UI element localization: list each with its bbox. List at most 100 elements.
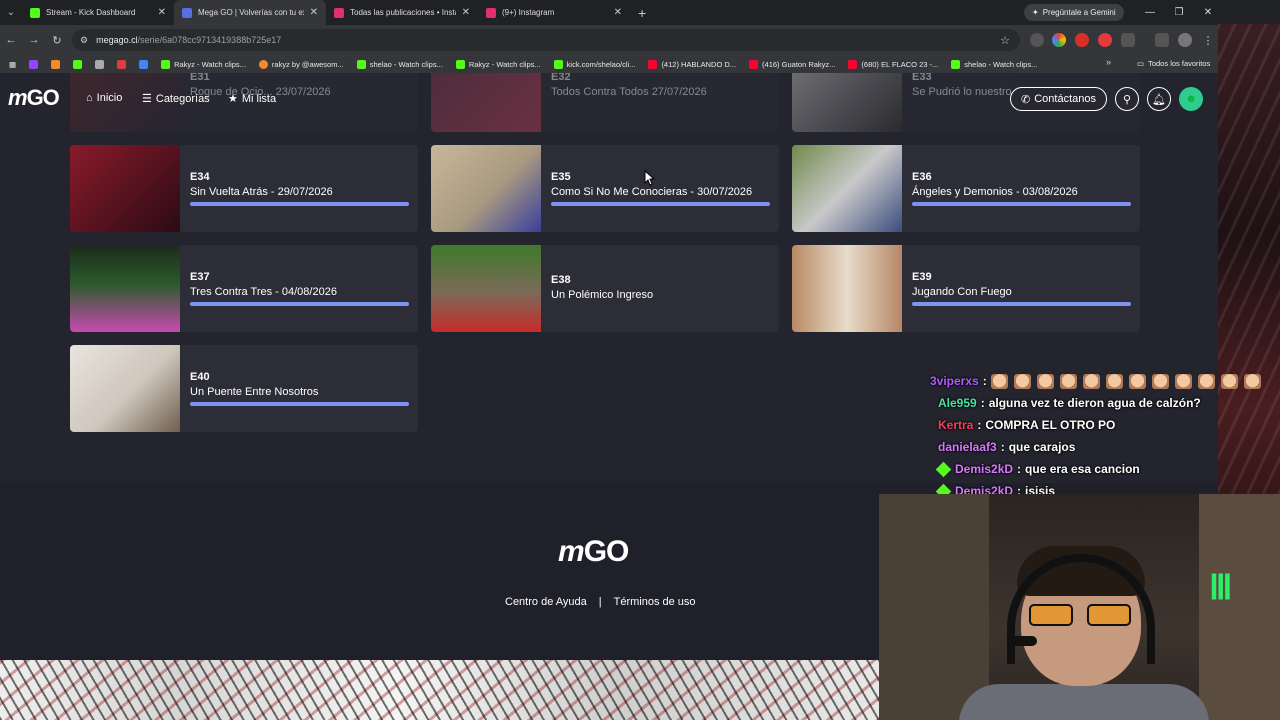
episode-card[interactable]: E40 Un Puente Entre Nosotros <box>70 345 418 432</box>
restore-icon[interactable]: ❐ <box>1165 0 1193 25</box>
browser-tab[interactable]: (9+) Instagram ✕ <box>478 0 630 25</box>
screen: ⌄ Stream - Kick Dashboard ✕ Mega GO | Vo… <box>0 0 1280 720</box>
site-info-icon[interactable]: ⚙ <box>80 35 88 46</box>
reload-icon[interactable]: ↻ <box>49 32 65 48</box>
menu-kebab-icon[interactable]: ⋮ <box>1200 32 1216 48</box>
decorative-artwork <box>0 660 880 720</box>
gemini-button[interactable]: ✦ Pregúntale a Gemini <box>1024 4 1124 21</box>
nav-home[interactable]: ⌂ Inicio <box>86 92 122 104</box>
megago-logo[interactable]: mGO <box>8 85 60 111</box>
bookmark-icon[interactable] <box>112 59 131 69</box>
bookmark-icon[interactable] <box>68 59 87 69</box>
episode-number: E39 <box>912 271 932 283</box>
emote-icon <box>1105 373 1123 389</box>
instagram-favicon-icon <box>486 7 496 18</box>
close-tab-icon[interactable]: ✕ <box>158 7 166 18</box>
episode-title: Sin Vuelta Atrás - 29/07/2026 <box>190 186 333 198</box>
bookmark-item[interactable]: (412) HABLANDO D... <box>643 59 741 69</box>
bookmark-item[interactable]: (680) EL FLACO 23 -... <box>843 59 943 69</box>
logo-mark-icon: m <box>558 535 585 568</box>
progress-fill <box>190 202 409 206</box>
bookmark-item[interactable]: Rakyz - Watch clips... <box>156 59 251 69</box>
close-window-icon[interactable]: ✕ <box>1194 0 1222 25</box>
terms-link[interactable]: Términos de uso <box>614 596 696 608</box>
episode-thumbnail <box>70 145 180 232</box>
episode-card[interactable]: E39 Jugando Con Fuego <box>792 245 1140 332</box>
chat-username: Ale959 <box>938 396 977 410</box>
bookmark-icon[interactable] <box>134 59 153 69</box>
footer-logo[interactable]: mGO <box>558 535 629 569</box>
progress-fill <box>190 402 409 406</box>
emote-icon <box>1036 373 1054 389</box>
new-tab-button[interactable]: + <box>630 0 654 25</box>
bookmark-icon[interactable] <box>24 59 43 69</box>
mouse-cursor-icon <box>644 170 656 186</box>
more-bookmarks-icon[interactable]: » <box>1106 57 1111 67</box>
episode-card[interactable]: E35 Como Si No Me Conocieras - 30/07/202… <box>431 145 779 232</box>
streamer-webcam: Ⅲ <box>879 494 1280 720</box>
browser-toolbar: ← → ↻ ⚙ megago.cl/serie/6a078cc971341938… <box>0 25 1280 55</box>
bookmark-icon[interactable] <box>90 59 109 69</box>
contact-button[interactable]: ✆ Contáctanos <box>1010 87 1107 111</box>
address-bar[interactable]: ⚙ megago.cl/serie/6a078cc9713419388b725e… <box>72 29 1020 51</box>
bookmark-item[interactable]: shelao - Watch clips... <box>352 59 448 69</box>
bookmark-item[interactable]: kick.com/shelao/cli... <box>549 59 641 69</box>
episode-thumbnail <box>70 345 180 432</box>
monster-energy-logo-icon: Ⅲ <box>1209 569 1233 607</box>
nav-mylist[interactable]: ★ Mi lista <box>228 92 276 106</box>
glasses-icon <box>1029 604 1133 626</box>
chat-username: danielaaf3 <box>938 440 997 454</box>
episode-card[interactable]: E34 Sin Vuelta Atrás - 29/07/2026 <box>70 145 418 232</box>
bookmark-item[interactable]: Rakyz - Watch clips... <box>451 59 546 69</box>
chat-message: danielaaf3: que carajos <box>938 440 1076 454</box>
folder-icon: ▭ <box>1137 59 1145 68</box>
chat-username: Demis2kD <box>955 462 1014 476</box>
episode-title: Tres Contra Tres - 04/08/2026 <box>190 286 337 298</box>
profile-icon[interactable] <box>1178 33 1192 47</box>
episode-number: E38 <box>551 274 571 286</box>
avatar[interactable]: ☻ <box>1179 87 1203 111</box>
nav-categories[interactable]: ☰ Categorías <box>142 92 210 106</box>
browser-tab-active[interactable]: Mega GO | Volverías con tu ex ✕ <box>174 0 326 25</box>
extensions-puzzle-icon[interactable] <box>1121 33 1135 47</box>
extension-icon[interactable] <box>1098 33 1112 47</box>
bell-icon[interactable]: 🔔︎ <box>1147 87 1171 111</box>
watch-progress-bar <box>912 302 1131 306</box>
bookmark-item[interactable]: (416) Guaton Rakyz... <box>744 59 840 69</box>
bookmark-item[interactable]: shelao - Watch clips... <box>946 59 1042 69</box>
browser-tab[interactable]: Stream - Kick Dashboard ✕ <box>22 0 174 25</box>
logo-mark-icon: m <box>8 85 28 110</box>
emote-icon <box>1243 373 1261 389</box>
forward-icon[interactable]: → <box>26 32 42 48</box>
minimize-icon[interactable]: — <box>1136 0 1164 25</box>
episode-card[interactable]: E36 Ángeles y Demonios - 03/08/2026 <box>792 145 1140 232</box>
progress-fill <box>551 202 770 206</box>
browser-tab[interactable]: Todas las publicaciones • Instag ✕ <box>326 0 478 25</box>
media-controls-icon[interactable] <box>1155 33 1169 47</box>
watch-progress-bar <box>190 402 409 406</box>
bookmarks-bar: ▦ Rakyz - Watch clips... rakyz by @aweso… <box>0 55 1280 73</box>
tab-search-icon[interactable]: ⌄ <box>0 0 22 25</box>
close-tab-icon[interactable]: ✕ <box>310 7 318 18</box>
close-tab-icon[interactable]: ✕ <box>462 7 470 18</box>
extension-icon[interactable] <box>1052 33 1066 47</box>
chat-text: que carajos <box>1008 440 1076 454</box>
episode-card[interactable]: E38 Un Polémico Ingreso <box>431 245 779 332</box>
all-bookmarks-folder[interactable]: ▭ Todos los favoritos <box>1137 59 1210 68</box>
bookmark-item[interactable]: rakyz by @awesom... <box>254 59 349 69</box>
watch-progress-bar <box>190 302 409 306</box>
adblock-icon[interactable] <box>1075 33 1089 47</box>
episode-card[interactable]: E37 Tres Contra Tres - 04/08/2026 <box>70 245 418 332</box>
help-center-link[interactable]: Centro de Ayuda <box>505 596 587 608</box>
bookmark-icon[interactable] <box>46 59 65 69</box>
site-header: mGO ⌂ Inicio ☰ Categorías ★ Mi lista ✆ Contá… <box>0 73 1218 125</box>
emote-icon <box>1128 373 1146 389</box>
search-icon[interactable]: ⚲ <box>1115 87 1139 111</box>
close-tab-icon[interactable]: ✕ <box>614 7 622 18</box>
apps-grid-icon[interactable]: ▦ <box>4 60 21 69</box>
episode-title: Ángeles y Demonios - 03/08/2026 <box>912 186 1078 198</box>
bookmark-star-icon[interactable]: ☆ <box>1000 34 1010 47</box>
back-icon[interactable]: ← <box>3 32 19 48</box>
tab-title: Todas las publicaciones • Instag <box>350 8 456 17</box>
extension-icon[interactable] <box>1030 33 1044 47</box>
